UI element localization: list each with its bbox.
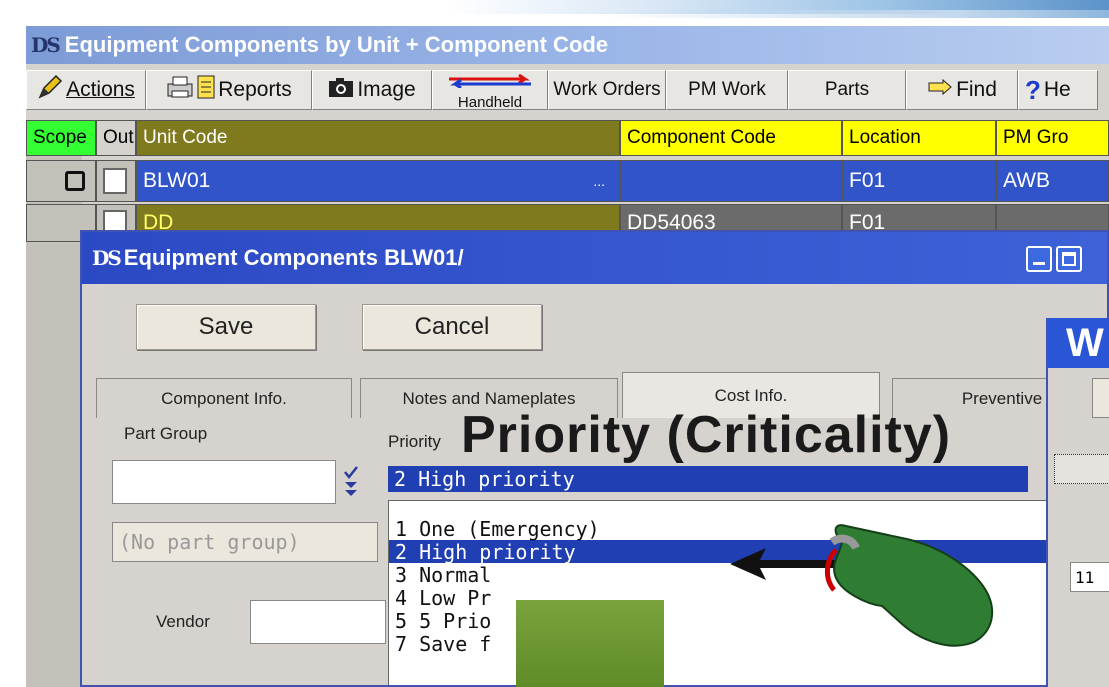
actions-label: Actions: [66, 78, 135, 101]
find-button[interactable]: Find: [906, 70, 1018, 110]
handheld-button[interactable]: Handheld: [432, 70, 548, 111]
out-cell: [96, 160, 136, 202]
vendor-label: Vendor: [156, 612, 210, 631]
column-header-pm-group[interactable]: PM Gro: [996, 120, 1109, 156]
image-button[interactable]: Image: [312, 70, 432, 110]
question-mark-icon: ?: [1025, 74, 1041, 105]
row-indicator: [26, 160, 96, 202]
pencil-icon: [37, 74, 63, 106]
part-group-label: Part Group: [124, 424, 208, 443]
background-window-button[interactable]: [1092, 378, 1109, 418]
table-row[interactable]: BLW01 ... F01 AWB: [26, 160, 1109, 202]
actions-button[interactable]: Actions: [26, 70, 146, 110]
maximize-button[interactable]: [1056, 246, 1082, 272]
minimize-button[interactable]: [1026, 246, 1052, 272]
pm-work-button[interactable]: PM Work: [666, 70, 788, 110]
reports-label: Reports: [218, 78, 292, 101]
part-group-placeholder: (No part group): [112, 522, 378, 562]
ds-logo: DS: [92, 246, 122, 270]
work-orders-label: Work Orders: [553, 79, 661, 100]
column-header-component-code[interactable]: Component Code: [620, 120, 842, 156]
part-group-field[interactable]: [112, 460, 336, 504]
unit-code-cell[interactable]: BLW01 ...: [136, 160, 620, 202]
double-arrow-icon: [445, 70, 535, 94]
background-window: W 11: [1046, 318, 1109, 687]
help-button[interactable]: ? He: [1018, 70, 1098, 110]
parts-label: Parts: [824, 79, 870, 100]
save-button[interactable]: Save: [136, 304, 316, 350]
location-cell[interactable]: F01: [842, 160, 996, 202]
background-window-focus: [1054, 454, 1109, 484]
column-header-unit-code[interactable]: Unit Code: [136, 120, 620, 156]
find-label: Find: [956, 78, 997, 101]
priority-label: Priority: [388, 432, 441, 451]
pm-group-cell[interactable]: AWB: [996, 160, 1109, 202]
document-icon: [197, 74, 215, 106]
background-window-field[interactable]: 11: [1070, 562, 1109, 592]
camera-icon: [328, 76, 354, 104]
image-label: Image: [357, 78, 416, 101]
minimize-icon: [1033, 262, 1045, 265]
parts-button[interactable]: Parts: [788, 70, 906, 110]
hand-pointer-icon: [812, 520, 1012, 655]
tab-component-info[interactable]: Component Info.: [96, 378, 352, 418]
cancel-button[interactable]: Cancel: [362, 304, 542, 350]
handheld-label: Handheld: [457, 93, 523, 111]
dialog-title: Equipment Components BLW01/: [123, 245, 464, 270]
grid-header: Scope Out Unit Code Component Code Locat…: [26, 120, 1109, 156]
main-titlebar: DS Equipment Components by Unit + Compon…: [26, 26, 1109, 64]
top-decoration-stripe: [600, 10, 1109, 18]
vendor-field[interactable]: [250, 600, 386, 644]
component-code-cell[interactable]: [620, 160, 842, 202]
help-label: He: [1043, 78, 1071, 101]
background-window-title: W: [1048, 318, 1109, 368]
printer-icon: [166, 74, 194, 106]
part-group-dropdown-button[interactable]: [342, 464, 360, 502]
maximize-icon: [1062, 252, 1076, 266]
work-orders-button[interactable]: Work Orders: [548, 70, 666, 110]
green-block: [516, 600, 664, 687]
column-header-scope[interactable]: Scope: [26, 120, 96, 156]
lookup-ellipsis[interactable]: ...: [593, 173, 605, 189]
priority-select[interactable]: 2 High priority: [388, 466, 1028, 492]
check-dropdown-icon: [342, 466, 360, 506]
pm-work-label: PM Work: [688, 79, 766, 100]
dialog-titlebar: DS Equipment Components BLW01/: [82, 232, 1107, 284]
toolbar: Actions Reports Image Handheld Work Orde…: [26, 70, 1109, 112]
out-checkbox[interactable]: [103, 168, 127, 194]
row-marker-icon: [65, 171, 85, 191]
column-header-location[interactable]: Location: [842, 120, 996, 156]
window-title: Equipment Components by Unit + Component…: [64, 32, 609, 57]
pointing-hand-icon: [927, 77, 953, 103]
priority-criticality-heading: Priority (Criticality): [461, 406, 952, 464]
unit-code-value: BLW01: [143, 169, 211, 192]
reports-button[interactable]: Reports: [146, 70, 312, 110]
column-header-out[interactable]: Out: [96, 120, 136, 156]
ds-logo: DS: [31, 33, 61, 57]
